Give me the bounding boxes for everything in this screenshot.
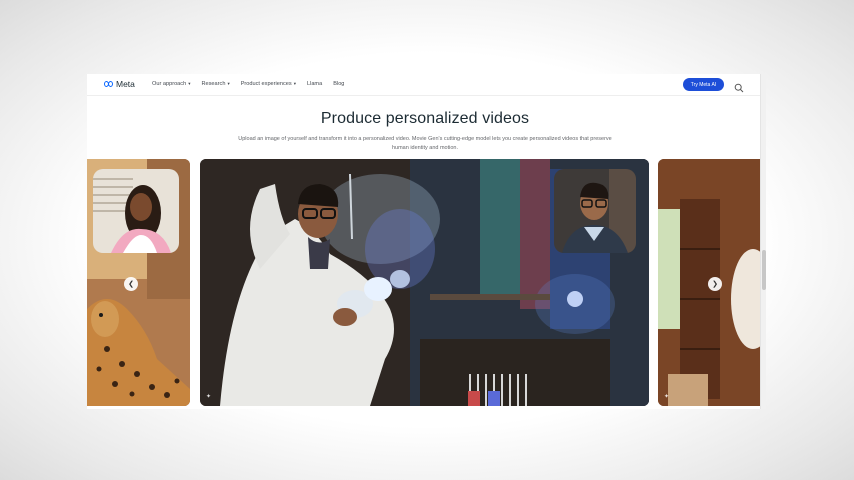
carousel-prev-button[interactable]: ❮ — [124, 277, 138, 291]
carousel-card-right[interactable]: ❯ ✦ — [658, 159, 763, 406]
top-nav: Meta Our approach ▾ Research ▾ Product exp… — [87, 74, 763, 96]
carousel-card-main[interactable]: ✦ — [200, 159, 649, 406]
sparkle-icon: ✦ — [206, 394, 212, 400]
nav-research[interactable]: Research ▾ — [201, 81, 229, 87]
page-subtitle: Upload an image of yourself and transfor… — [238, 136, 612, 151]
man-portrait-thumbnail — [554, 169, 636, 253]
chevron-down-icon: ▾ — [293, 81, 296, 86]
page-title: Produce personalized videos — [320, 110, 530, 127]
logo-text: Meta — [116, 79, 135, 89]
chevron-down-icon: ▾ — [227, 81, 230, 86]
meta-infinity-icon — [103, 80, 114, 88]
scrollbar-thumb[interactable] — [762, 250, 766, 290]
carousel-next-button[interactable]: ❯ — [708, 277, 722, 291]
nav-blog[interactable]: Blog — [333, 81, 344, 87]
nav-llama[interactable]: Llama — [307, 81, 322, 87]
chevron-down-icon: ▾ — [188, 81, 191, 86]
nav-our-approach[interactable]: Our approach ▾ — [152, 81, 190, 87]
nav-links: Our approach ▾ Research ▾ Product experien… — [152, 81, 344, 87]
browser-page: Meta Our approach ▾ Research ▾ Product exp… — [87, 74, 763, 409]
meta-logo[interactable]: Meta — [103, 79, 135, 89]
search-icon[interactable] — [734, 80, 744, 93]
woman-portrait-thumbnail — [93, 169, 179, 253]
nav-product-experiences[interactable]: Product experiences ▾ — [241, 81, 296, 87]
vertical-scrollbar[interactable] — [760, 74, 766, 409]
try-meta-ai-button[interactable]: Try Meta AI — [683, 78, 724, 91]
sparkle-icon: ✦ — [664, 394, 670, 400]
carousel-card-left[interactable]: ❮ — [87, 159, 190, 406]
